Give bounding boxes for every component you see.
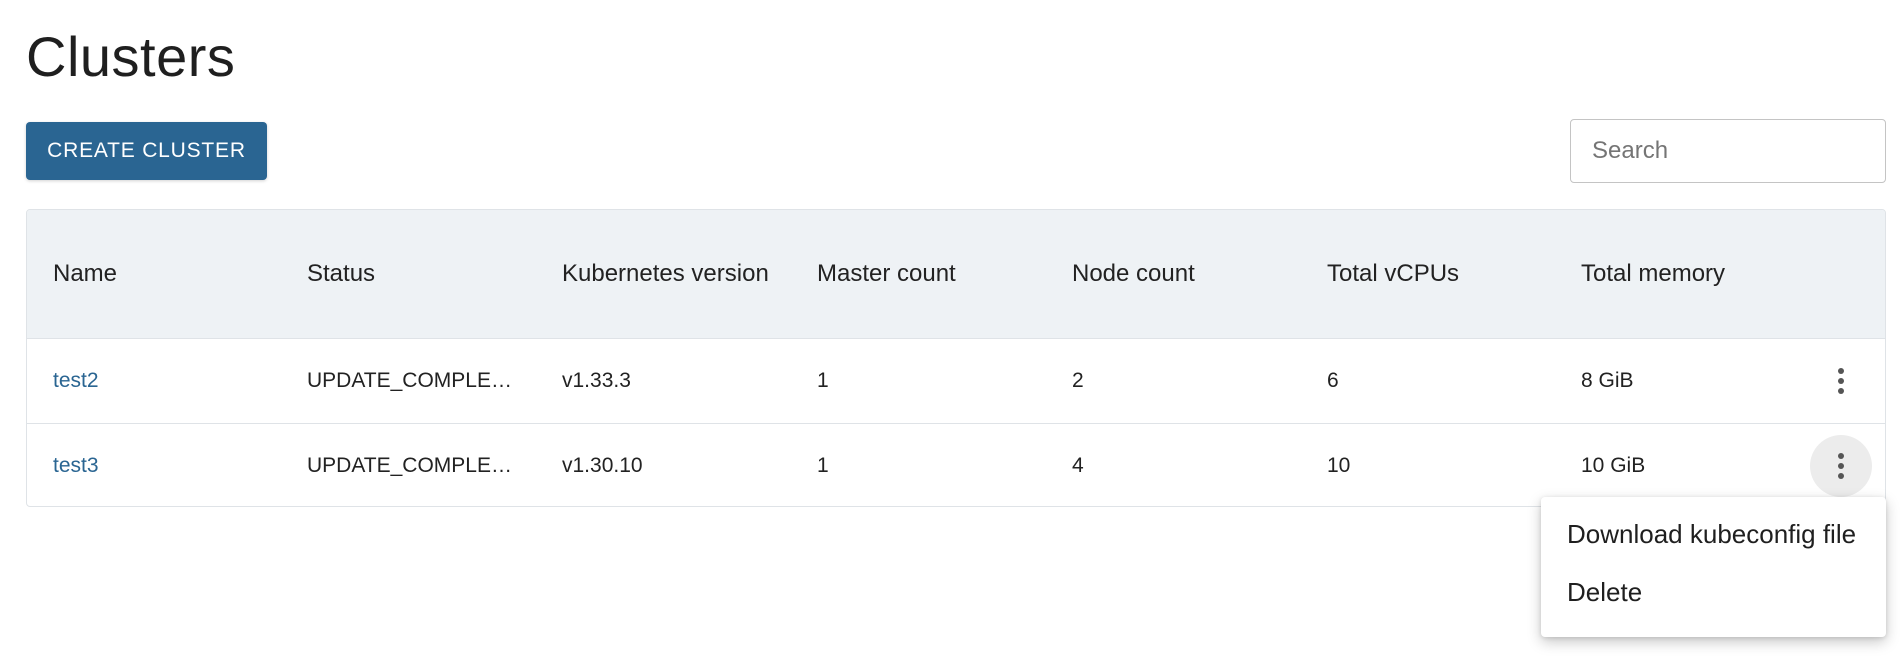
column-header-total-memory[interactable]: Total memory — [1555, 210, 1795, 338]
row-actions-menu: Download kubeconfig file Delete — [1541, 497, 1886, 637]
kubernetes-version-cell: v1.33.3 — [562, 368, 631, 392]
column-header-name[interactable]: Name — [27, 210, 281, 338]
master-count-cell: 1 — [817, 453, 829, 477]
menu-item-delete[interactable]: Delete — [1541, 563, 1886, 621]
more-vert-icon[interactable] — [1810, 434, 1872, 497]
master-count-cell: 1 — [817, 368, 829, 392]
cluster-name-link[interactable]: test2 — [53, 369, 99, 392]
cluster-name-link[interactable]: test3 — [53, 454, 99, 477]
column-header-status[interactable]: Status — [281, 210, 536, 338]
clusters-page: Clusters CREATE CLUSTER Name Status Kube… — [0, 0, 1902, 670]
kubernetes-version-cell: v1.30.10 — [562, 453, 643, 477]
column-header-total-vcpus[interactable]: Total vCPUs — [1301, 210, 1555, 338]
total-memory-cell: 8 GiB — [1581, 368, 1634, 392]
more-vert-icon[interactable] — [1810, 350, 1872, 412]
cluster-name-cell: test2 — [27, 338, 281, 423]
total-vcpus-cell: 10 — [1327, 453, 1351, 477]
row-actions-cell — [1795, 423, 1885, 506]
table-row: test2 UPDATE_COMPLE… v1.33.3 1 2 6 8 GiB — [27, 338, 1885, 423]
create-cluster-button[interactable]: CREATE CLUSTER — [26, 122, 267, 180]
node-count-cell: 4 — [1072, 453, 1084, 477]
column-header-master-count[interactable]: Master count — [791, 210, 1046, 338]
page-title: Clusters — [26, 25, 236, 88]
cluster-status-cell: UPDATE_COMPLE… — [307, 453, 512, 477]
table-header-row: Name Status Kubernetes version Master co… — [27, 210, 1885, 338]
row-actions-cell — [1795, 338, 1885, 423]
column-header-actions — [1795, 210, 1885, 338]
total-memory-cell: 10 GiB — [1581, 453, 1646, 477]
search-field — [1570, 119, 1886, 183]
node-count-cell: 2 — [1072, 368, 1084, 392]
cluster-name-cell: test3 — [27, 423, 281, 506]
search-input[interactable] — [1571, 120, 1885, 182]
menu-item-download-kubeconfig[interactable]: Download kubeconfig file — [1541, 505, 1886, 563]
column-header-node-count[interactable]: Node count — [1046, 210, 1301, 338]
clusters-table: Name Status Kubernetes version Master co… — [26, 209, 1886, 507]
cluster-status-cell: UPDATE_COMPLE… — [307, 368, 512, 392]
column-header-kubernetes-version[interactable]: Kubernetes version — [536, 210, 791, 338]
table-row: test3 UPDATE_COMPLE… v1.30.10 1 4 10 10 … — [27, 423, 1885, 506]
total-vcpus-cell: 6 — [1327, 368, 1339, 392]
